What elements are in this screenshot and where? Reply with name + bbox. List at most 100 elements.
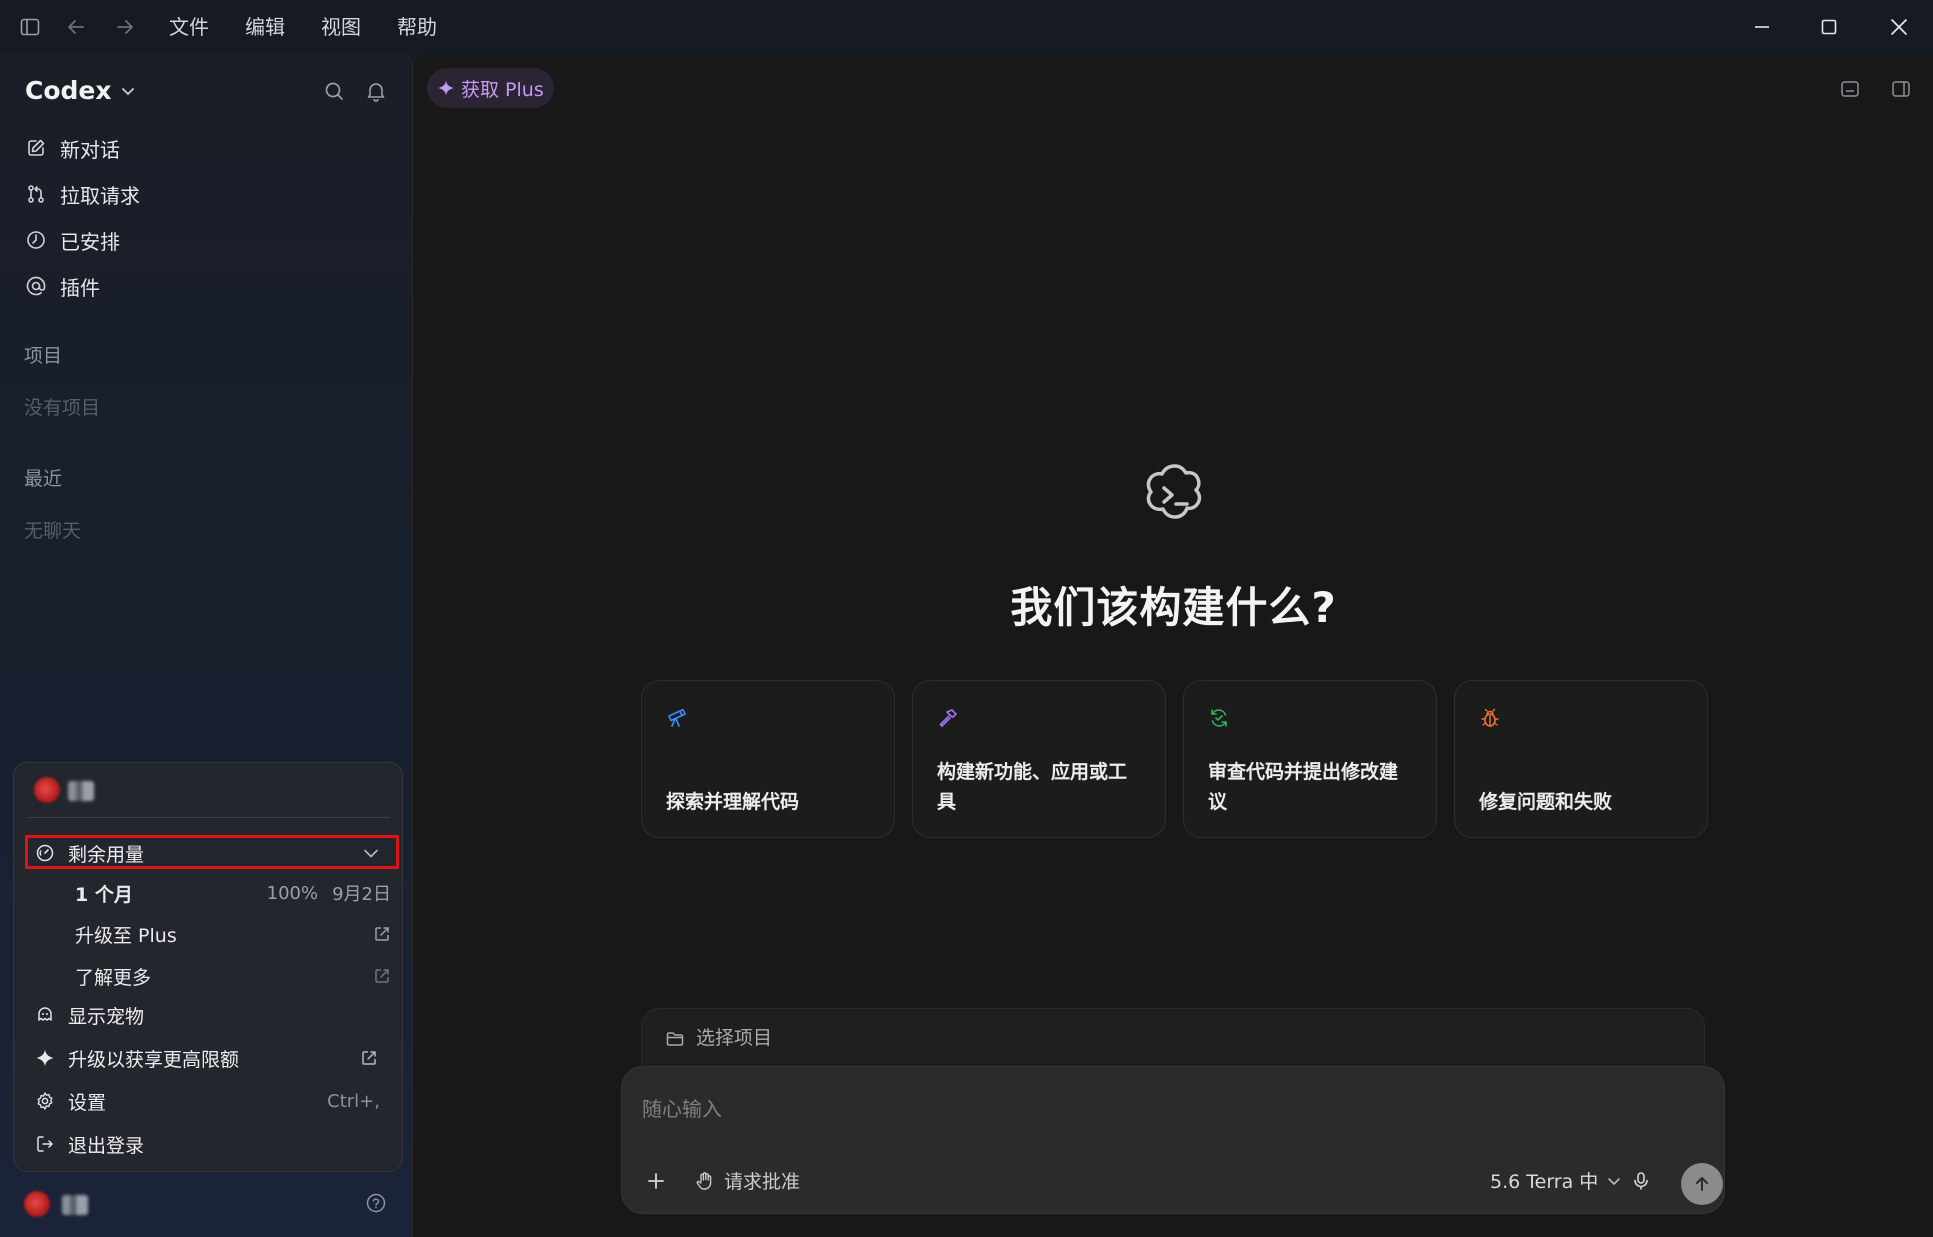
suggestion-card-explore[interactable]: 探索并理解代码 [641, 680, 895, 838]
get-plus-label: 获取 Plus [461, 78, 544, 101]
main-panel: 获取 Plus 我们该构建什么? 探索并理解代码 构建新功能、应用或工具 审查代… [412, 54, 1933, 1237]
approval-mode-label: 请求批准 [724, 1171, 801, 1193]
external-link-icon [373, 967, 391, 985]
period-meta: 100% 9月2日 [267, 880, 391, 906]
card-label: 探索并理解代码 [666, 791, 800, 813]
projects-empty: 没有项目 [24, 397, 101, 419]
external-link-icon [360, 1049, 378, 1067]
suggestion-cards: 探索并理解代码 构建新功能、应用或工具 审查代码并提出修改建议 修复问题和失败 [641, 680, 1708, 838]
learn-more-label: 了解更多 [75, 966, 152, 989]
usage-highlight-box [25, 835, 399, 869]
logout-label: 退出登录 [68, 1134, 145, 1157]
settings-shortcut: Ctrl+, [327, 1090, 380, 1112]
username-blurred[interactable] [62, 1195, 88, 1215]
avatar[interactable] [24, 1191, 50, 1217]
suggestion-card-fix[interactable]: 修复问题和失败 [1454, 680, 1708, 838]
account-menu: 剩余用量 1 个月 100% 9月2日 升级至 Plus 了解更多 显示宠物 升… [13, 762, 403, 1172]
search-icon[interactable] [321, 78, 347, 104]
send-button[interactable] [1681, 1163, 1723, 1205]
codex-logo-icon [1137, 458, 1213, 534]
help-icon[interactable] [363, 1190, 389, 1216]
nav-pull-requests[interactable]: 拉取请求 [24, 176, 140, 212]
gear-icon [34, 1090, 56, 1112]
sparkle-icon [437, 79, 455, 97]
card-label: 修复问题和失败 [1479, 791, 1613, 813]
settings-item[interactable]: 设置 Ctrl+, [28, 1083, 390, 1119]
chevron-down-icon [120, 83, 136, 99]
hero-title: 我们该构建什么? [1010, 583, 1337, 632]
project-selector-label: 选择项目 [696, 1027, 773, 1049]
username-blurred [68, 781, 94, 801]
nav-label: 拉取请求 [60, 183, 140, 208]
review-icon [1206, 705, 1232, 731]
terminal-panel-icon[interactable] [1837, 76, 1863, 102]
card-label: 构建新功能、应用或工具 [937, 761, 1128, 813]
pet-icon [34, 1004, 56, 1026]
sidebar-toggle-icon[interactable] [17, 14, 43, 40]
nav-new-chat[interactable]: 新对话 [24, 130, 120, 166]
learn-more-link[interactable]: 了解更多 [75, 959, 397, 993]
hand-icon [694, 1170, 716, 1192]
upgrade-limits-item[interactable]: 升级以获享更高限额 [28, 1040, 390, 1076]
logout-item[interactable]: 退出登录 [28, 1126, 390, 1162]
model-label: 5.6 Terra 中 [1490, 1171, 1599, 1193]
divider [28, 817, 390, 818]
external-link-icon [373, 925, 391, 943]
get-plus-button[interactable]: 获取 Plus [427, 68, 554, 108]
close-icon[interactable] [1886, 14, 1912, 40]
nav-scheduled[interactable]: 已安排 [24, 222, 120, 258]
suggestion-card-review[interactable]: 审查代码并提出修改建议 [1183, 680, 1437, 838]
microphone-icon[interactable] [1626, 1166, 1656, 1196]
project-selector[interactable]: 选择项目 [641, 1008, 1705, 1068]
menu-help[interactable]: 帮助 [397, 13, 437, 41]
recent-empty: 无聊天 [24, 520, 82, 542]
show-pet-item[interactable]: 显示宠物 [28, 997, 390, 1033]
model-selector[interactable]: 5.6 Terra 中 [1490, 1167, 1622, 1194]
period-label: 1 个月 [75, 883, 133, 906]
nav-plugins[interactable]: 插件 [24, 268, 100, 304]
upgrade-plus-label: 升级至 Plus [75, 924, 177, 947]
brand-name: Codex [25, 76, 112, 105]
usage-period-row: 1 个月 100% 9月2日 [75, 876, 397, 910]
menu-view[interactable]: 视图 [321, 13, 361, 41]
menu-file[interactable]: 文件 [169, 13, 209, 41]
at-icon [24, 274, 48, 298]
title-bar: 文件 编辑 视图 帮助 [0, 0, 1933, 54]
prompt-input[interactable]: 随心输入 [642, 1093, 722, 1122]
forward-arrow-icon[interactable] [112, 14, 138, 40]
maximize-icon[interactable] [1816, 14, 1842, 40]
avatar [34, 777, 60, 803]
back-arrow-icon[interactable] [63, 14, 89, 40]
hammer-icon [935, 705, 961, 731]
sparkle-icon [34, 1047, 56, 1069]
clock-icon [24, 228, 48, 252]
nav-label: 新对话 [60, 137, 120, 162]
logout-icon [34, 1133, 56, 1155]
minimize-icon[interactable] [1749, 14, 1775, 40]
approval-mode-button[interactable]: 请求批准 [694, 1167, 800, 1194]
projects-heading: 项目 [24, 345, 63, 367]
bell-icon[interactable] [363, 78, 389, 104]
show-pet-label: 显示宠物 [68, 1005, 145, 1028]
add-attachment-icon[interactable] [642, 1167, 670, 1195]
period-percent: 100% [266, 882, 319, 904]
recent-heading: 最近 [24, 468, 63, 490]
folder-icon [664, 1028, 686, 1050]
nav-label: 插件 [60, 275, 100, 300]
edit-icon [24, 136, 48, 160]
settings-label: 设置 [68, 1091, 107, 1114]
bug-icon [1477, 705, 1503, 731]
menu-bar: 文件 编辑 视图 帮助 [169, 13, 473, 41]
upgrade-limits-label: 升级以获享更高限额 [68, 1048, 240, 1071]
nav-label: 已安排 [60, 229, 120, 254]
chevron-down-icon [1606, 1173, 1622, 1189]
period-reset-date: 9月2日 [332, 884, 391, 905]
pull-request-icon [24, 182, 48, 206]
workspace-switcher[interactable]: Codex [25, 76, 136, 105]
card-label: 审查代码并提出修改建议 [1208, 761, 1399, 813]
suggestion-card-build[interactable]: 构建新功能、应用或工具 [912, 680, 1166, 838]
menu-edit[interactable]: 编辑 [245, 13, 285, 41]
upgrade-plus-link[interactable]: 升级至 Plus [75, 917, 397, 951]
composer: 随心输入 请求批准 5.6 Terra 中 [621, 1066, 1725, 1214]
side-panel-icon[interactable] [1888, 76, 1914, 102]
